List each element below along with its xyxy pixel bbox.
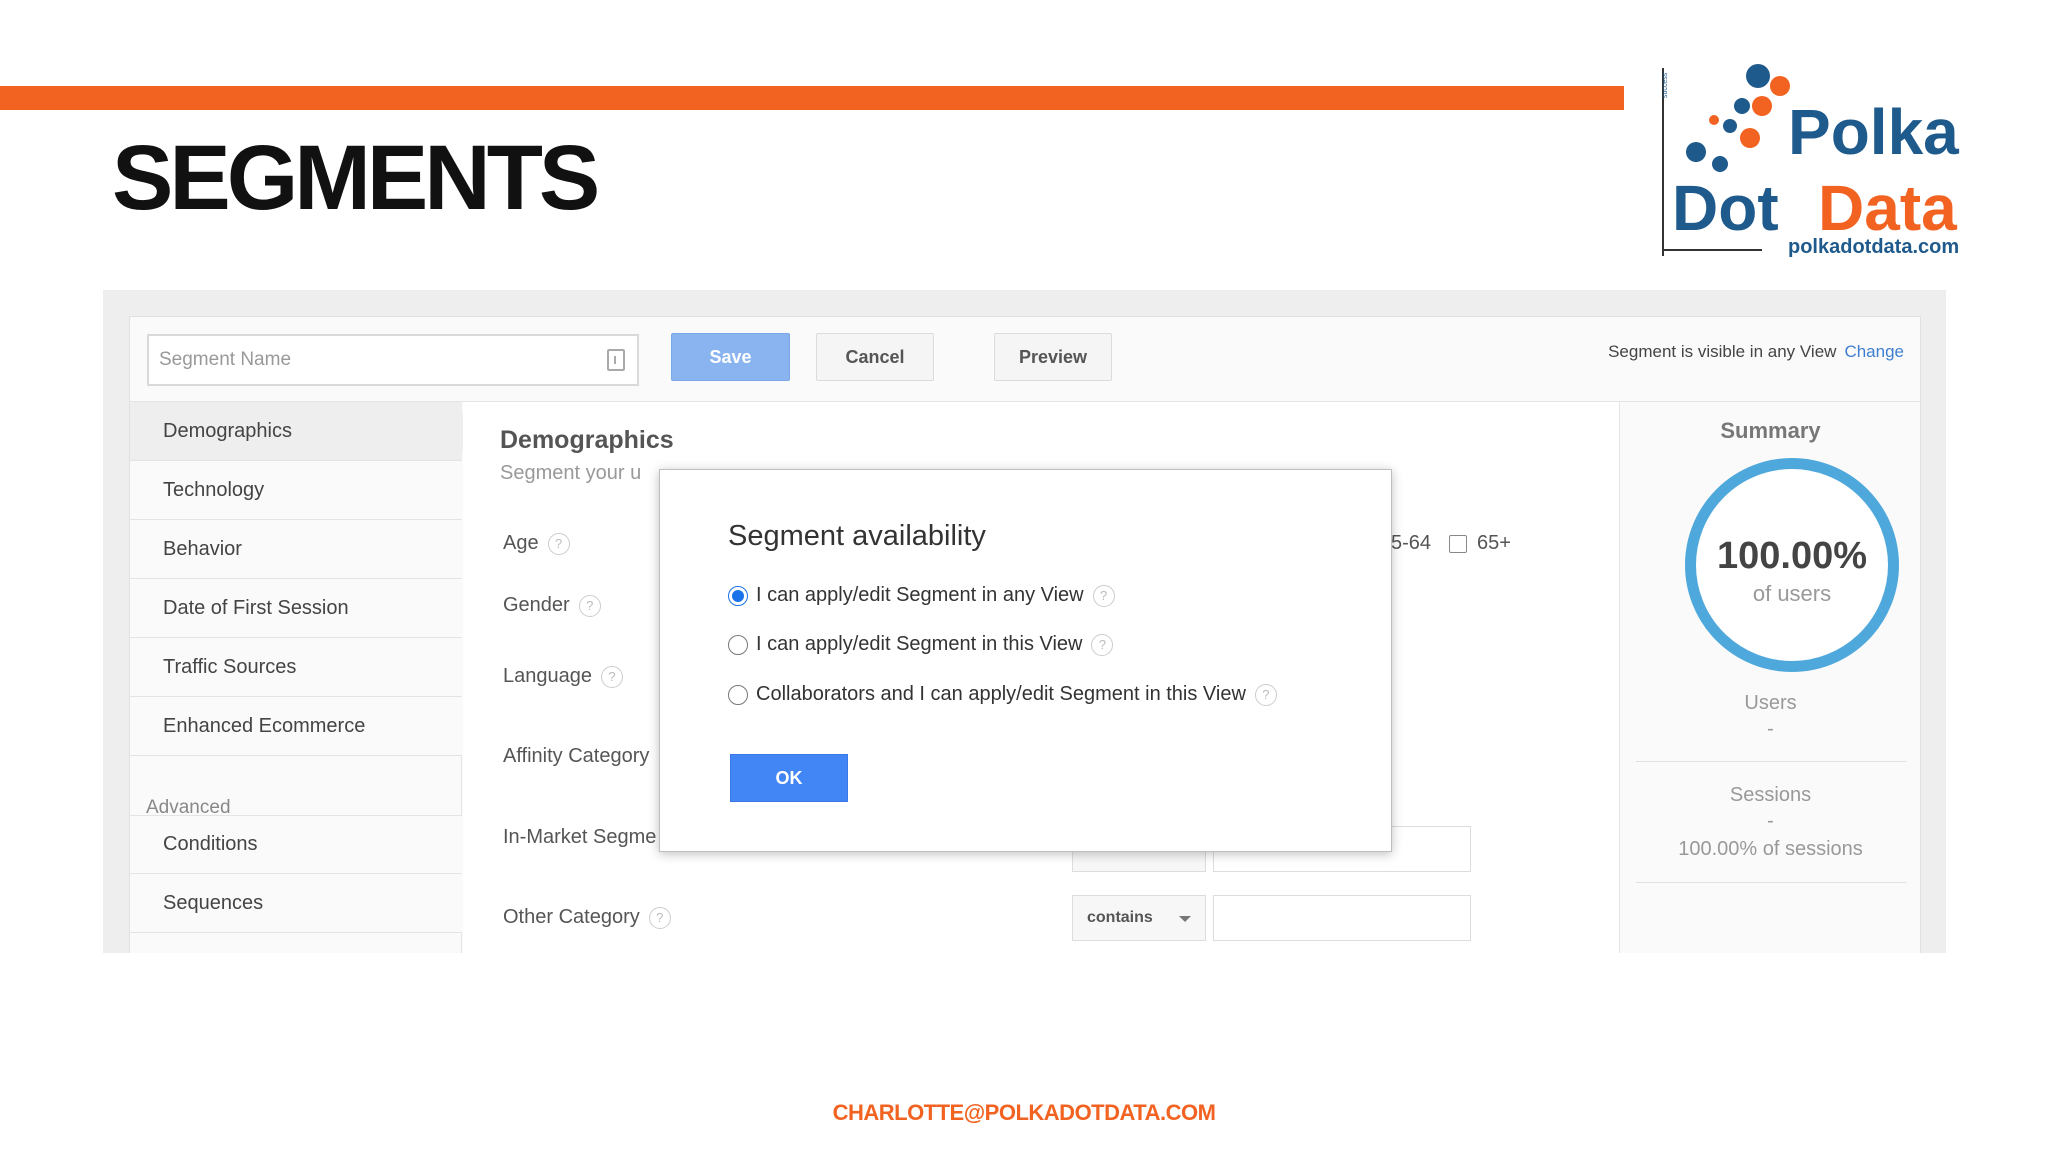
segment-availability-dialog: Segment availability I can apply/edit Se… [659, 469, 1392, 852]
slide-title: SEGMENTS [112, 127, 600, 229]
sidebar-item-conditions[interactable]: Conditions [130, 815, 462, 874]
divider [1636, 882, 1906, 883]
summary-panel: Summary 100.00% of users Users - Session… [1619, 402, 1920, 953]
help-icon[interactable]: ? [1254, 683, 1277, 706]
logo-url: polkadotdata.com [1788, 236, 1959, 258]
field-label-text: Affinity Category [503, 745, 650, 767]
sidebar-item-sequences[interactable]: Sequences [130, 874, 462, 933]
field-label-text: Age [503, 532, 539, 554]
sidebar-item-technology[interactable]: Technology [130, 461, 462, 520]
gender-field-label: Gender? [503, 594, 601, 617]
users-value: - [1767, 718, 1774, 740]
segment-toolbar: Save Cancel Preview Segment is visible i… [130, 317, 1920, 402]
radio-selected[interactable] [728, 585, 748, 606]
sessions-label: Sessions [1729, 784, 1812, 806]
ok-button[interactable]: OK [730, 754, 848, 802]
sidebar-item-enhanced-ecommerce[interactable]: Enhanced Ecommerce [130, 697, 462, 756]
age-65-checkbox[interactable] [1449, 534, 1468, 553]
help-icon[interactable]: ? [1092, 584, 1115, 607]
segment-name-field[interactable] [147, 334, 639, 386]
polka-dot-data-logo: success Polka Dot Data polkadotdata.com [1662, 64, 1959, 258]
segment-sidebar: Demographics Technology Behavior Date of… [130, 402, 474, 953]
sidebar-item-behavior[interactable]: Behavior [130, 520, 462, 579]
dialog-title: Segment availability [728, 520, 986, 552]
field-label-text: Other Category [503, 906, 640, 928]
save-button[interactable]: Save [671, 333, 790, 381]
help-icon[interactable]: ? [1091, 633, 1114, 656]
age-option-label: 65+ [1477, 532, 1511, 554]
accent-bar [0, 86, 1624, 110]
logo-line2-a: Dot [1672, 172, 1779, 244]
affinity-field-label: Affinity Category [503, 745, 649, 768]
help-icon[interactable]: ? [600, 665, 623, 688]
other-category-field-label: Other Category? [503, 906, 671, 929]
field-label-text: Gender [503, 594, 570, 616]
sidebar-item-demographics[interactable]: Demographics [130, 402, 474, 461]
logo-line2-b: Data [1818, 172, 1957, 244]
sidebar-item-traffic-sources[interactable]: Traffic Sources [130, 638, 462, 697]
help-icon[interactable]: ? [547, 532, 570, 555]
preview-button[interactable]: Preview [994, 333, 1112, 381]
other-category-value-input[interactable] [1213, 895, 1471, 941]
sidebar-item-label: Demographics [163, 419, 292, 442]
divider [1636, 761, 1906, 762]
field-label-text: Language [503, 665, 592, 687]
select-value: contains [1087, 909, 1153, 926]
sessions-value: - [1767, 810, 1774, 832]
summary-title: Summary [1720, 418, 1821, 443]
language-field-label: Language? [503, 665, 623, 688]
users-label: Users [1744, 692, 1797, 714]
sidebar-item-label: Enhanced Ecommerce [163, 714, 366, 737]
option-this-view[interactable]: I can apply/edit Segment in this View ? [728, 633, 1114, 656]
option-label: Collaborators and I can apply/edit Segme… [756, 683, 1246, 705]
users-percent-label: of users [1752, 581, 1832, 606]
sidebar-item-label: Behavior [163, 537, 242, 560]
option-label: I can apply/edit Segment in this View [756, 633, 1083, 655]
document-icon [607, 349, 625, 371]
visibility-text: Segment is visible in any View [1608, 342, 1837, 361]
chevron-down-icon [1179, 916, 1191, 922]
in-market-field-label: In-Market Segme [503, 826, 656, 849]
radio-unselected[interactable] [728, 634, 748, 655]
cancel-button[interactable]: Cancel [816, 333, 934, 381]
option-any-view[interactable]: I can apply/edit Segment in any View ? [728, 584, 1115, 607]
other-category-operator-select[interactable]: contains [1072, 895, 1206, 941]
footer-email: CHARLOTTE@POLKADOTDATA.COM [832, 1100, 1216, 1125]
visibility-note: Segment is visible in any View Change [1608, 342, 1904, 362]
sessions-percent: 100.00% of sessions [1678, 838, 1863, 860]
sidebar-item-label: Sequences [163, 891, 264, 914]
sidebar-item-label: Technology [163, 478, 265, 501]
panel-title: Demographics [500, 426, 674, 454]
age-option-label: 5-64 [1391, 532, 1432, 554]
field-label-text: In-Market Segme [503, 826, 657, 848]
option-collaborators[interactable]: Collaborators and I can apply/edit Segme… [728, 683, 1277, 706]
sidebar-item-label: Traffic Sources [163, 655, 297, 678]
logo-line1: Polka [1788, 96, 1959, 168]
age-options: 5-64 65+ [1391, 532, 1511, 555]
option-label: I can apply/edit Segment in any View [756, 584, 1084, 606]
segment-name-input[interactable] [149, 336, 569, 384]
change-link[interactable]: Change [1844, 342, 1904, 361]
radio-unselected[interactable] [728, 684, 748, 705]
help-icon[interactable]: ? [648, 906, 671, 929]
users-percent: 100.00% [1716, 535, 1867, 577]
age-field-label: Age? [503, 532, 570, 555]
sidebar-item-label: Date of First Session [163, 596, 349, 619]
sidebar-item-label: Conditions [163, 833, 258, 855]
logo-tag: success [1662, 72, 1669, 98]
help-icon[interactable]: ? [578, 594, 601, 617]
sidebar-item-date-of-first-session[interactable]: Date of First Session [130, 579, 462, 638]
slide: SEGMENTS success Polka Dot Data polkadot… [0, 0, 2048, 1152]
users-ring-chart: 100.00% of users [1685, 458, 1899, 672]
panel-subtitle: Segment your u [500, 462, 642, 484]
